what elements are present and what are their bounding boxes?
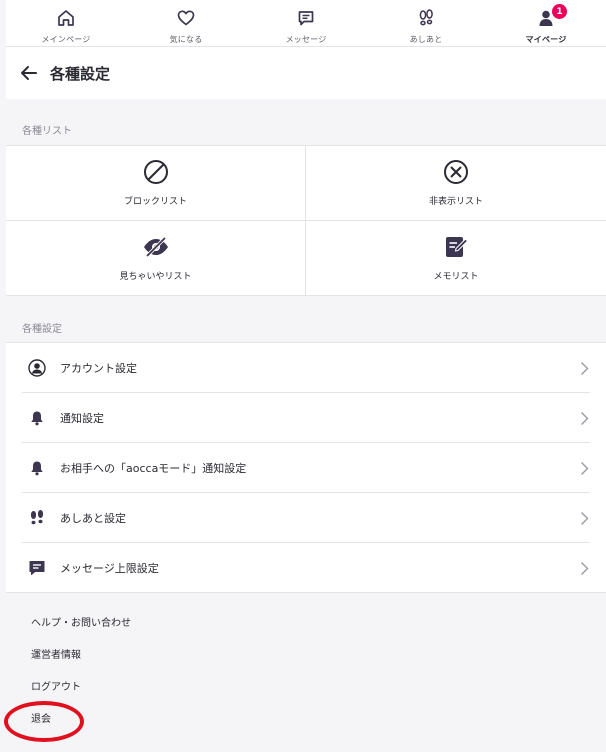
memo-list-label: メモリスト bbox=[433, 272, 479, 283]
hidden-list-label: 非表示リスト bbox=[428, 197, 483, 208]
settings-section-label: 各種設定 bbox=[22, 324, 62, 335]
block-list-label: ブロックリスト bbox=[123, 197, 187, 208]
chevron-right-icon bbox=[578, 510, 590, 526]
footprints-icon bbox=[414, 6, 438, 30]
tab-label: 気になる bbox=[169, 35, 203, 44]
account-icon bbox=[26, 357, 48, 379]
tab-main-page[interactable]: メインページ bbox=[6, 0, 126, 46]
hide-icon bbox=[442, 158, 470, 186]
block-list-button[interactable]: ブロックリスト bbox=[6, 146, 306, 221]
logout-link[interactable]: ログアウト bbox=[6, 672, 606, 704]
message-limit-settings-row[interactable]: メッセージ上限設定 bbox=[6, 543, 606, 593]
row-label: メッセージ上限設定 bbox=[60, 562, 159, 575]
highlight-annotation bbox=[4, 701, 84, 742]
memo-icon bbox=[442, 233, 470, 261]
aocca-mode-notification-row[interactable]: お相手への「aoccaモード」通知設定 bbox=[6, 443, 606, 493]
eye-off-icon bbox=[142, 233, 170, 261]
home-icon bbox=[54, 6, 78, 30]
tab-label: あしあと bbox=[409, 35, 443, 44]
chevron-right-icon bbox=[578, 560, 590, 576]
bell-icon bbox=[26, 457, 48, 479]
lists-grid: ブロックリスト 非表示リスト 見ちゃいやリスト メモリスト bbox=[6, 145, 606, 296]
operator-info-link[interactable]: 運営者情報 bbox=[6, 640, 606, 672]
tab-favorites[interactable]: 気になる bbox=[126, 0, 246, 46]
tab-messages[interactable]: メッセージ bbox=[246, 0, 366, 46]
page-title: 各種設定 bbox=[50, 64, 111, 83]
notification-settings-row[interactable]: 通知設定 bbox=[6, 393, 606, 443]
chevron-right-icon bbox=[578, 460, 590, 476]
settings-list: アカウント設定 通知設定 お相手への「aoccaモード」通知設定 あしあと設定 bbox=[6, 342, 606, 593]
message-icon bbox=[26, 557, 48, 579]
chevron-right-icon bbox=[578, 360, 590, 376]
page-header: 各種設定 bbox=[6, 47, 606, 99]
row-label: あしあと設定 bbox=[60, 512, 126, 525]
lists-section-label: 各種リスト bbox=[22, 126, 72, 137]
footer-links: ヘルプ・お問い合わせ 運営者情報 ログアウト 退会 bbox=[6, 608, 606, 736]
tab-my-page[interactable]: 1 マイページ bbox=[486, 0, 606, 46]
hidden-list-button[interactable]: 非表示リスト bbox=[306, 146, 606, 221]
bell-icon bbox=[26, 407, 48, 429]
account-settings-row[interactable]: アカウント設定 bbox=[6, 343, 606, 393]
tab-label: メインページ bbox=[41, 35, 91, 44]
help-contact-link[interactable]: ヘルプ・お問い合わせ bbox=[6, 608, 606, 640]
tab-label: メッセージ bbox=[285, 35, 327, 44]
footprints-icon bbox=[26, 507, 48, 529]
tab-footprints[interactable]: あしあと bbox=[366, 0, 486, 46]
tab-bar: メインページ 気になる メッセージ あしあと 1 マイページ bbox=[6, 0, 606, 47]
block-icon bbox=[142, 158, 170, 186]
chevron-right-icon bbox=[578, 410, 590, 426]
row-label: アカウント設定 bbox=[60, 362, 137, 375]
message-icon bbox=[294, 6, 318, 30]
no-view-list-button[interactable]: 見ちゃいやリスト bbox=[6, 220, 306, 295]
notification-badge: 1 bbox=[552, 4, 567, 19]
row-label: お相手への「aoccaモード」通知設定 bbox=[60, 462, 247, 475]
footprints-settings-row[interactable]: あしあと設定 bbox=[6, 493, 606, 543]
row-label: 通知設定 bbox=[60, 412, 104, 425]
no-view-list-label: 見ちゃいやリスト bbox=[119, 272, 192, 283]
arrow-left-icon[interactable] bbox=[18, 62, 40, 84]
heart-icon bbox=[174, 6, 198, 30]
withdraw-link[interactable]: 退会 bbox=[6, 704, 606, 736]
tab-label: マイページ bbox=[525, 35, 567, 44]
memo-list-button[interactable]: メモリスト bbox=[306, 221, 606, 296]
